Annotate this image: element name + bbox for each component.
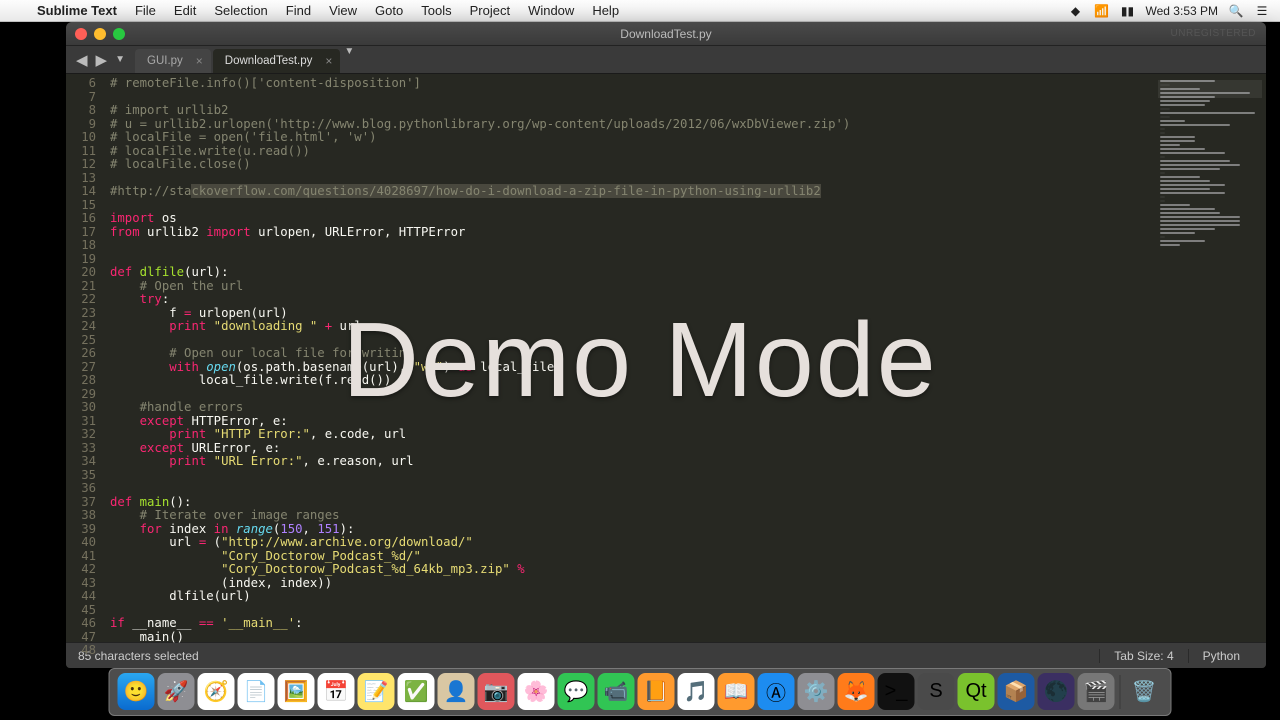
menu-view[interactable]: View (320, 3, 366, 18)
dock-settings-icon[interactable]: ⚙️ (798, 673, 835, 710)
sublime-window: DownloadTest.py UNREGISTERED ◀ ▶ ▼ GUI.p… (66, 22, 1266, 668)
minimap[interactable] (1160, 80, 1260, 175)
zoom-button[interactable] (113, 28, 125, 40)
minimize-button[interactable] (94, 28, 106, 40)
dock-preview-icon[interactable]: 🖼️ (278, 673, 315, 710)
macos-menubar: Sublime Text FileEditSelectionFindViewGo… (0, 0, 1280, 22)
menu-file[interactable]: File (126, 3, 165, 18)
window-title: DownloadTest.py (66, 27, 1266, 41)
dock-photos-icon[interactable]: 🌸 (518, 673, 555, 710)
menu-tools[interactable]: Tools (412, 3, 460, 18)
nav-down-icon[interactable]: ▼ (113, 54, 127, 65)
tab-close-icon[interactable]: × (196, 54, 203, 68)
close-button[interactable] (75, 28, 87, 40)
dock-launchpad-icon[interactable]: 🚀 (158, 673, 195, 710)
dock-pages-icon[interactable]: 📙 (638, 673, 675, 710)
dropbox-icon[interactable]: ◆ (1068, 3, 1084, 19)
status-selection: 85 characters selected (78, 649, 199, 663)
dock-safari-icon[interactable]: 🧭 (198, 673, 235, 710)
dock-contacts-icon[interactable]: 👤 (438, 673, 475, 710)
dock-reminders-icon[interactable]: ✅ (398, 673, 435, 710)
editor[interactable]: 6789101112131415161718192021222324252627… (66, 74, 1266, 642)
menu-goto[interactable]: Goto (366, 3, 412, 18)
dock-sublime-icon[interactable]: S (918, 673, 955, 710)
dock: 🙂🚀🧭📄🖼️📅📝✅👤📷🌸💬📹📙🎵📖Ⓐ⚙️🦊>_SQt📦🌑🎬 🗑️ (109, 668, 1172, 716)
dock-appstore-icon[interactable]: Ⓐ (758, 673, 795, 710)
dock-eclipse-icon[interactable]: 🌑 (1038, 673, 1075, 710)
dock-other-icon[interactable]: 🎬 (1078, 673, 1115, 710)
tab-downloadtest-py[interactable]: DownloadTest.py × (213, 49, 341, 73)
tab-close-icon[interactable]: × (325, 54, 332, 68)
status-bar: 85 characters selected Tab Size: 4 Pytho… (66, 642, 1266, 668)
menu-edit[interactable]: Edit (165, 3, 205, 18)
dock-calendar-icon[interactable]: 📅 (318, 673, 355, 710)
status-tabsize[interactable]: Tab Size: 4 (1099, 649, 1187, 663)
menubar-clock[interactable]: Wed 3:53 PM (1146, 4, 1218, 18)
dock-textedit-icon[interactable]: 📄 (238, 673, 275, 710)
dock-firefox-icon[interactable]: 🦊 (838, 673, 875, 710)
tab-bar: ◀ ▶ ▼ GUI.py × DownloadTest.py × ▼ (66, 46, 1266, 74)
dock-messages-icon[interactable]: 💬 (558, 673, 595, 710)
dock-finder-icon[interactable]: 🙂 (118, 673, 155, 710)
battery-icon[interactable]: ▮▮ (1120, 3, 1136, 19)
dock-terminal-icon[interactable]: >_ (878, 673, 915, 710)
line-gutter: 6789101112131415161718192021222324252627… (66, 74, 104, 642)
spotlight-icon[interactable]: 🔍 (1228, 3, 1244, 19)
tab-gui-py[interactable]: GUI.py × (135, 49, 211, 73)
dock-virtualbox-icon[interactable]: 📦 (998, 673, 1035, 710)
menu-help[interactable]: Help (583, 3, 628, 18)
dock-ibooks-icon[interactable]: 📖 (718, 673, 755, 710)
status-language[interactable]: Python (1188, 649, 1254, 663)
dock-facetime-icon[interactable]: 📹 (598, 673, 635, 710)
menu-find[interactable]: Find (277, 3, 320, 18)
tab-label: GUI.py (147, 55, 183, 67)
app-menu[interactable]: Sublime Text (28, 0, 126, 22)
dock-notes-icon[interactable]: 📝 (358, 673, 395, 710)
overflow-icon[interactable]: ▼ (342, 46, 356, 73)
menu-icon[interactable]: ☰ (1254, 3, 1270, 19)
code-area[interactable]: # remoteFile.info()['content-disposition… (104, 74, 1266, 642)
wifi-icon[interactable]: 📶 (1094, 3, 1110, 19)
nav-back-icon[interactable]: ◀ (74, 51, 90, 69)
titlebar[interactable]: DownloadTest.py UNREGISTERED (66, 22, 1266, 46)
menu-project[interactable]: Project (461, 3, 519, 18)
menu-selection[interactable]: Selection (205, 3, 276, 18)
nav-fwd-icon[interactable]: ▶ (94, 51, 110, 69)
dock-itunes-icon[interactable]: 🎵 (678, 673, 715, 710)
dock-qt-icon[interactable]: Qt (958, 673, 995, 710)
menu-window[interactable]: Window (519, 3, 583, 18)
dock-trash-icon[interactable]: 🗑️ (1126, 673, 1163, 710)
tab-label: DownloadTest.py (225, 55, 313, 67)
unregistered-label: UNREGISTERED (1171, 28, 1256, 39)
dock-photobooth-icon[interactable]: 📷 (478, 673, 515, 710)
